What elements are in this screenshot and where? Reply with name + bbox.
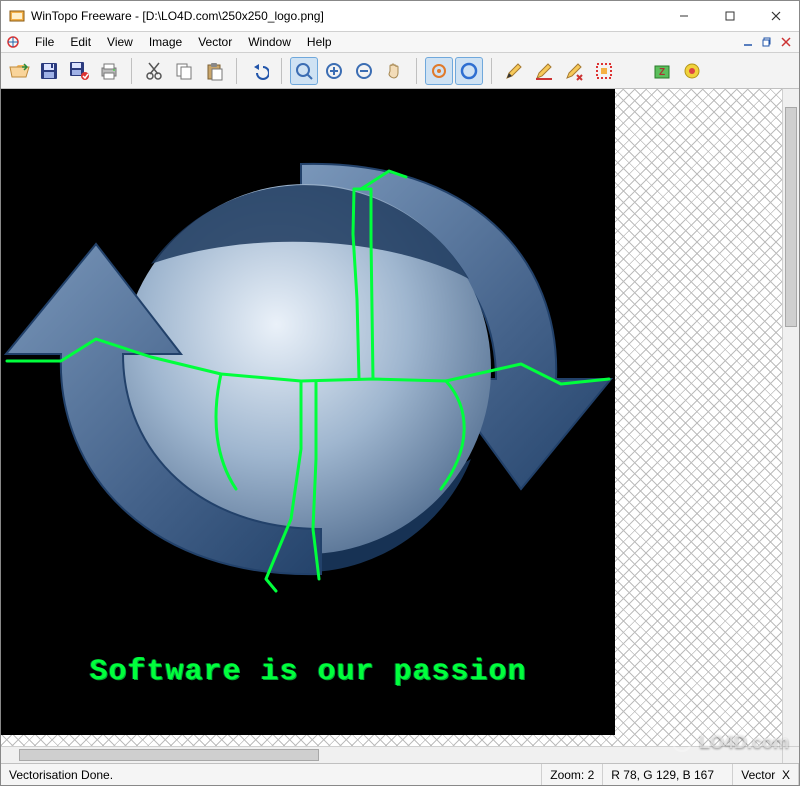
vector-coord: X xyxy=(782,768,790,782)
zoom-out-button[interactable] xyxy=(350,57,378,85)
menu-image[interactable]: Image xyxy=(141,33,190,51)
plugin-a-button[interactable]: Z xyxy=(648,57,676,85)
mdi-close-button[interactable] xyxy=(777,34,795,50)
horizontal-scroll-thumb[interactable] xyxy=(19,749,319,761)
plugin-b-button[interactable] xyxy=(678,57,706,85)
close-button[interactable] xyxy=(753,1,799,31)
zoom-label: Zoom: xyxy=(550,768,584,782)
minimize-button[interactable] xyxy=(661,1,707,31)
menu-file[interactable]: File xyxy=(27,33,62,51)
tidy-vector-icon xyxy=(564,61,584,81)
scroll-corner xyxy=(782,747,799,763)
zoom-in-button[interactable] xyxy=(320,57,348,85)
mdi-minimize-button[interactable] xyxy=(739,34,757,50)
maximize-button[interactable] xyxy=(707,1,753,31)
pan-icon xyxy=(384,61,404,81)
menu-vector[interactable]: Vector xyxy=(190,33,240,51)
open-button[interactable] xyxy=(5,57,33,85)
horizontal-scrollbar[interactable] xyxy=(1,747,782,763)
save-as-icon xyxy=(68,60,90,82)
zoom-out-icon xyxy=(354,61,374,81)
content-area: Software is our passion xyxy=(1,89,782,746)
menu-view[interactable]: View xyxy=(99,33,141,51)
select-area-icon xyxy=(594,61,614,81)
vertical-scroll-thumb[interactable] xyxy=(785,107,797,327)
select-area-button[interactable] xyxy=(590,57,618,85)
image-caption: Software is our passion xyxy=(1,655,615,689)
vector-show-icon xyxy=(429,61,449,81)
undo-icon xyxy=(249,61,269,81)
plugin-a-icon: Z xyxy=(652,61,672,81)
save-icon xyxy=(39,61,59,81)
vector-toggle-icon xyxy=(459,61,479,81)
paste-icon xyxy=(204,61,224,81)
status-message: Vectorisation Done. xyxy=(1,764,542,785)
statusbar: Vectorisation Done. Zoom: 2 R 78, G 129,… xyxy=(1,763,799,785)
mdi-restore-button[interactable] xyxy=(758,34,776,50)
menu-edit[interactable]: Edit xyxy=(62,33,99,51)
menu-window[interactable]: Window xyxy=(240,33,299,51)
copy-icon xyxy=(174,61,194,81)
titlebar: WinTopo Freeware - [D:\LO4D.com\250x250_… xyxy=(1,1,799,31)
save-as-button[interactable] xyxy=(65,57,93,85)
app-icon xyxy=(9,8,25,24)
image-canvas[interactable]: Software is our passion xyxy=(1,89,615,735)
zoom-value: 2 xyxy=(588,768,595,782)
menu-help[interactable]: Help xyxy=(299,33,340,51)
image-graphic xyxy=(1,89,615,735)
pan-button[interactable] xyxy=(380,57,408,85)
status-zoom: Zoom: 2 xyxy=(542,764,603,785)
cut-button[interactable] xyxy=(140,57,168,85)
print-icon xyxy=(99,61,119,81)
copy-button[interactable] xyxy=(170,57,198,85)
status-rgb: R 78, G 129, B 167 xyxy=(603,764,733,785)
zoom-area-icon xyxy=(294,61,314,81)
undo-button[interactable] xyxy=(245,57,273,85)
svg-text:Z: Z xyxy=(659,67,665,78)
pencil-button[interactable] xyxy=(500,57,528,85)
window-title: WinTopo Freeware - [D:\LO4D.com\250x250_… xyxy=(31,9,661,23)
open-folder-icon xyxy=(8,60,30,82)
save-button[interactable] xyxy=(35,57,63,85)
cut-icon xyxy=(144,61,164,81)
vector-label: Vector xyxy=(741,768,775,782)
zoom-area-button[interactable] xyxy=(290,57,318,85)
workspace: Software is our passion xyxy=(1,89,799,746)
pencil-icon xyxy=(504,61,524,81)
toolbar: Z xyxy=(1,53,799,89)
vertical-scrollbar[interactable] xyxy=(782,89,799,746)
zoom-in-icon xyxy=(324,61,344,81)
menubar: File Edit View Image Vector Window Help xyxy=(1,31,799,53)
edit-vector-button[interactable] xyxy=(530,57,558,85)
tidy-vector-button[interactable] xyxy=(560,57,588,85)
edit-vector-icon xyxy=(534,61,554,81)
print-button[interactable] xyxy=(95,57,123,85)
vector-show-button[interactable] xyxy=(425,57,453,85)
plugin-b-icon xyxy=(682,61,702,81)
status-vector: Vector X xyxy=(733,764,799,785)
mdi-child-icon xyxy=(5,34,21,50)
paste-button[interactable] xyxy=(200,57,228,85)
vector-toggle-button[interactable] xyxy=(455,57,483,85)
